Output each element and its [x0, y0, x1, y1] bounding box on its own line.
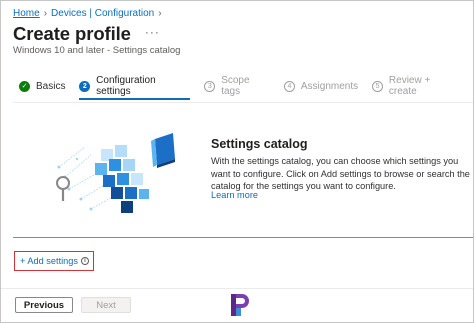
- step-number-icon: 5: [372, 80, 383, 92]
- previous-button[interactable]: Previous: [15, 297, 73, 313]
- footer-divider: [1, 288, 473, 289]
- step-label: Review + create: [388, 75, 431, 97]
- add-settings-label: + Add settings: [20, 256, 78, 266]
- step-scope-tags[interactable]: 3 Scope tags: [204, 75, 269, 97]
- breadcrumb: Home › Devices | Configuration ›: [13, 8, 162, 19]
- next-button[interactable]: Next: [81, 297, 131, 313]
- step-assignments[interactable]: 4 Assignments: [283, 77, 359, 95]
- info-icon[interactable]: i: [80, 257, 89, 265]
- step-number-icon: 2: [79, 80, 91, 92]
- chevron-right-icon: ›: [43, 8, 48, 19]
- steps-divider: [13, 102, 473, 103]
- step-number-icon: 4: [283, 80, 295, 92]
- more-options-icon[interactable]: ···: [145, 25, 160, 39]
- checkmark-icon: ✓: [19, 80, 30, 92]
- add-settings-button[interactable]: + Add settings i: [14, 251, 94, 271]
- page-subtitle: Windows 10 and later - Settings catalog: [13, 45, 181, 56]
- catalog-description: With the settings catalog, you can choos…: [211, 156, 470, 191]
- catalog-title: Settings catalog: [211, 137, 308, 151]
- learn-more-link[interactable]: Learn more: [211, 190, 258, 200]
- section-divider: [13, 237, 473, 238]
- settings-cubes-icon: [56, 133, 175, 213]
- create-profile-page: Home › Devices | Configuration › Create …: [0, 0, 474, 323]
- step-label: Scope tags: [221, 75, 250, 97]
- page-title: Create profile: [13, 23, 131, 44]
- step-label: Basics: [36, 80, 66, 92]
- breadcrumb-home-link[interactable]: Home: [13, 8, 40, 19]
- p-logo-icon: [231, 294, 249, 316]
- step-basics[interactable]: ✓ Basics: [19, 77, 65, 95]
- step-configuration-settings[interactable]: 2 Configuration settings: [79, 75, 191, 100]
- step-label: Configuration settings: [96, 75, 156, 97]
- step-number-icon: 3: [204, 80, 216, 92]
- chevron-right-icon: ›: [158, 8, 162, 19]
- step-label: Assignments: [300, 80, 359, 92]
- breadcrumb-devices-link[interactable]: Devices | Configuration: [51, 8, 154, 19]
- wizard-steps: ✓ Basics 2 Configuration settings 3 Scop…: [19, 75, 473, 100]
- title-row: Create profile ···: [13, 23, 160, 45]
- step-review-create[interactable]: 5 Review + create: [372, 75, 459, 97]
